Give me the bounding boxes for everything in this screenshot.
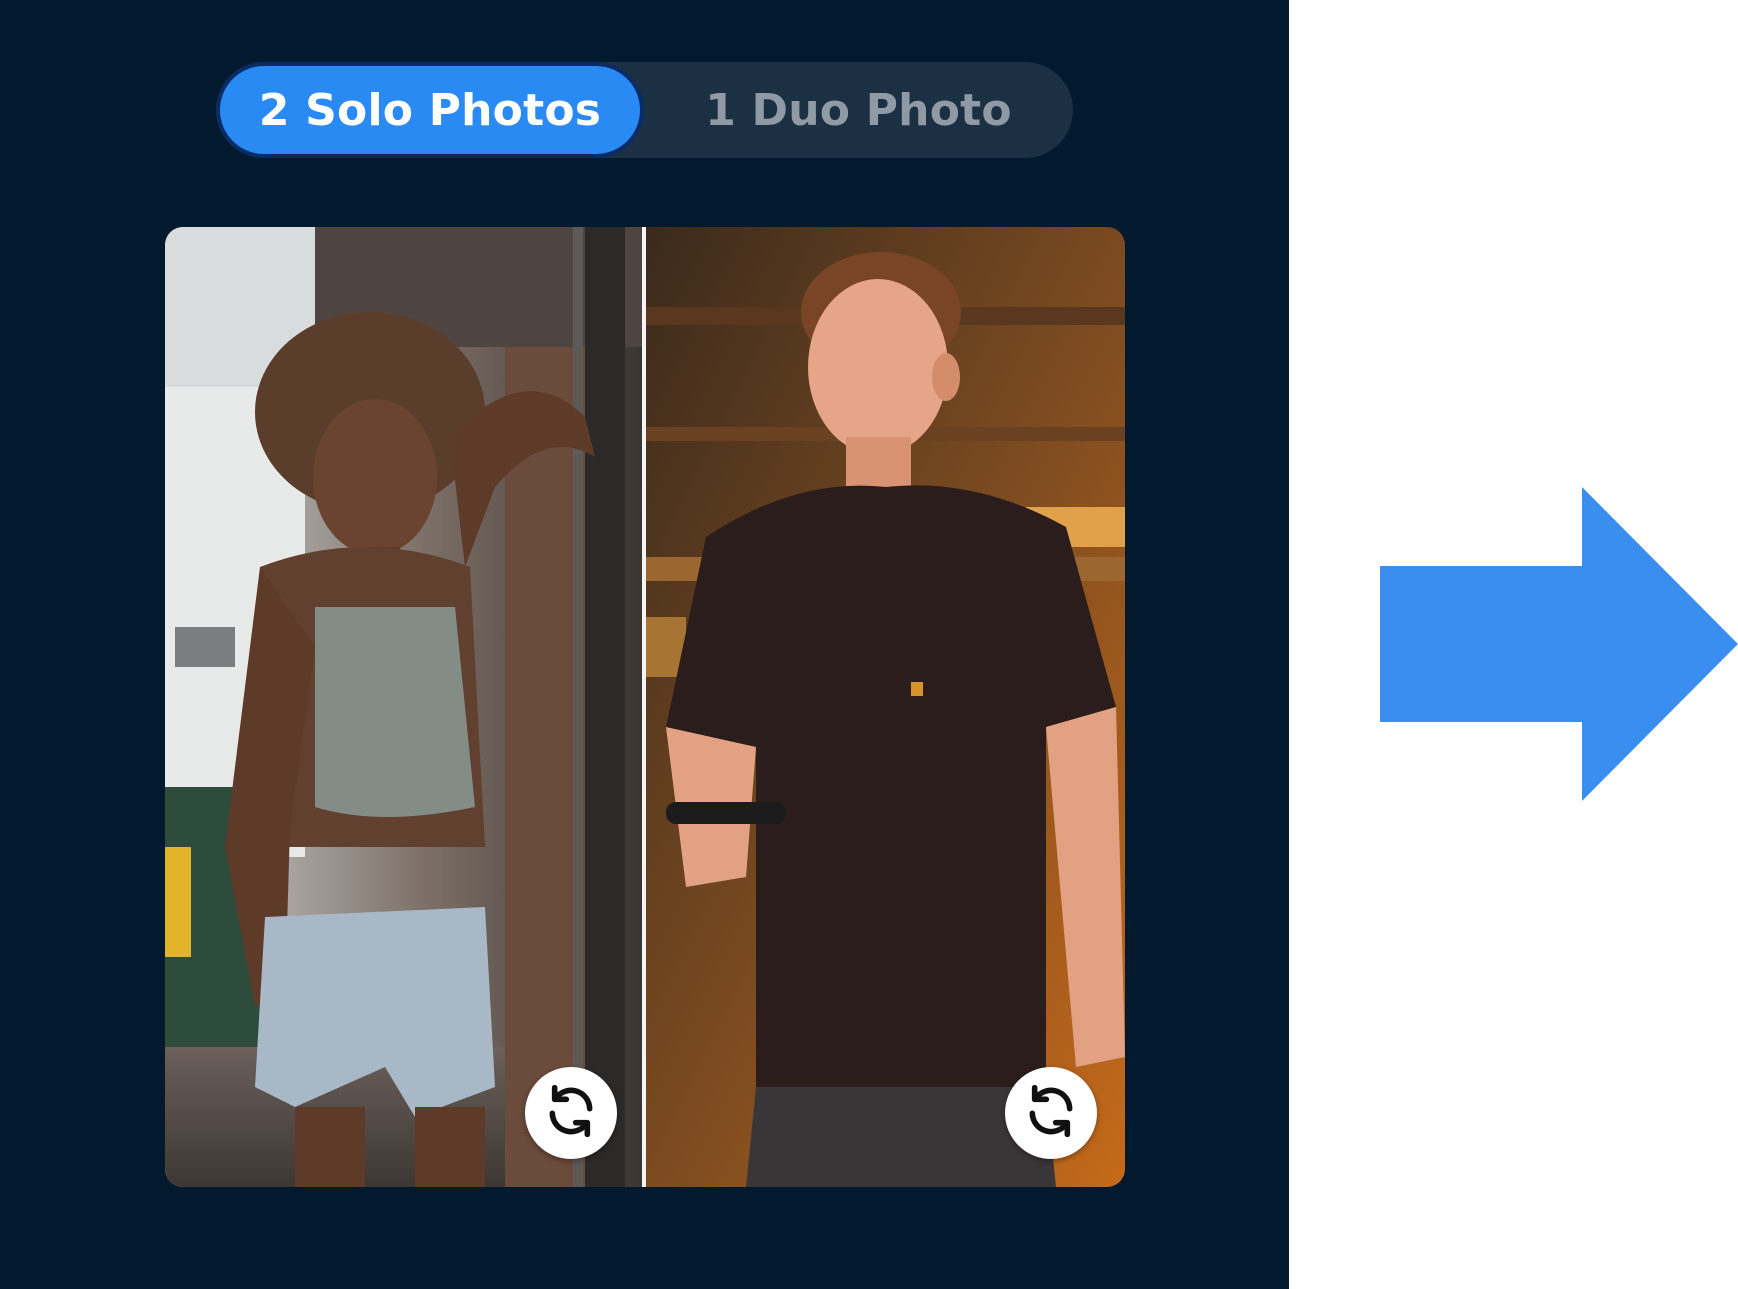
refresh-icon (1023, 1083, 1079, 1143)
swap-left-photo-button[interactable] (525, 1067, 617, 1159)
segment-2-solo-photos[interactable]: 2 Solo Photos (216, 62, 644, 158)
refresh-icon (543, 1083, 599, 1143)
photo-pair-card (165, 227, 1125, 1187)
woman-in-tank-top-photo[interactable] (165, 227, 642, 1187)
screenshot-stage: 2 Solo Photos 1 Duo Photo (0, 0, 1738, 1289)
man-in-black-tshirt-photo[interactable] (646, 227, 1125, 1187)
right-arrow-icon (1380, 487, 1738, 805)
segment-1-duo-photo[interactable]: 1 Duo Photo (644, 62, 1073, 158)
swap-right-photo-button[interactable] (1005, 1067, 1097, 1159)
app-panel: 2 Solo Photos 1 Duo Photo (0, 0, 1289, 1289)
photo-mode-segmented-control: 2 Solo Photos 1 Duo Photo (216, 62, 1073, 158)
